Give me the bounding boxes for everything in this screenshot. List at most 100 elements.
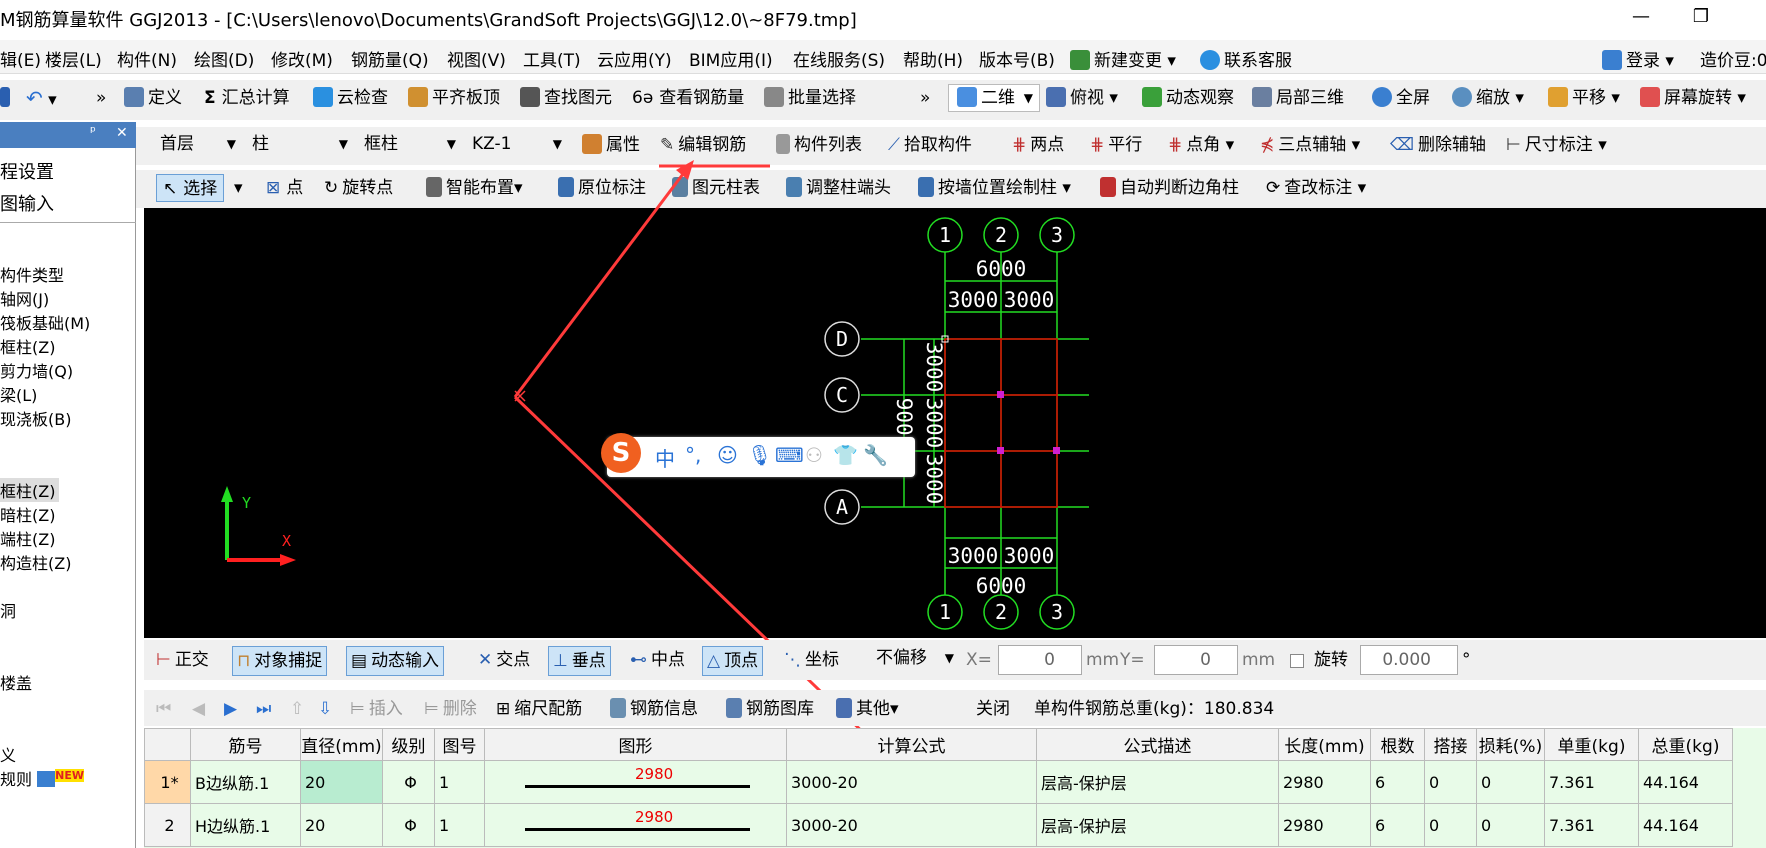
delete-button[interactable]: ⊨ 删除 (424, 695, 477, 723)
cell-grade[interactable]: Φ (382, 803, 435, 847)
cell-count[interactable]: 6 (1370, 803, 1425, 847)
mid-label: 中点 (651, 650, 685, 670)
x-input[interactable]: 0 (998, 645, 1082, 675)
row-index[interactable]: 2 (144, 803, 191, 847)
cell-shape[interactable]: 2980 (484, 803, 787, 847)
vertex-icon: △ (707, 651, 721, 671)
col-header[interactable]: 计算公式 (786, 728, 1037, 761)
cell-loss[interactable]: 0 (1476, 803, 1545, 847)
mid-toggle[interactable]: ⊷ 中点 (630, 646, 685, 676)
col-header[interactable]: 公式描述 (1036, 728, 1279, 761)
other-label: 其他 (856, 699, 890, 719)
cell-desc[interactable]: 层高-保护层 (1036, 760, 1279, 804)
close-table-button[interactable]: 关闭 (976, 695, 1010, 723)
ortho-icon: ⊢ (156, 650, 171, 670)
coord-toggle[interactable]: ⋱ 坐标 (784, 646, 839, 676)
cell-fig[interactable]: 1 (434, 803, 485, 847)
cell-length[interactable]: 2980 (1278, 760, 1371, 804)
cell-unit-weight[interactable]: 7.361 (1544, 803, 1639, 847)
cell-name[interactable]: H边纵筋.1 (190, 803, 301, 847)
rebar-info-label: 钢筋信息 (630, 699, 698, 719)
cell-formula[interactable]: 3000-20 (786, 760, 1037, 804)
app-window: M钢筋算量软件 GGJ2013 - [C:\Users\lenovo\Docum… (0, 0, 1766, 848)
col-header[interactable]: 总重(kg) (1638, 728, 1733, 761)
rebar-lib-button[interactable]: 钢筋图库 (726, 695, 814, 723)
prev-icon[interactable]: ◀ (192, 695, 205, 723)
other-button[interactable]: 其他▾ (836, 695, 899, 723)
dyn-input-label: 动态输入 (371, 651, 440, 671)
perp-toggle[interactable]: ⊥ 垂点 (548, 646, 611, 676)
scale-label: 缩尺配筋 (514, 699, 583, 719)
col-header[interactable]: 根数 (1370, 728, 1425, 761)
rebar-lib-label: 钢筋图库 (746, 699, 814, 719)
col-header[interactable]: 搭接 (1424, 728, 1477, 761)
dyn-input-toggle[interactable]: ▤ 动态输入 (346, 646, 445, 676)
last-icon[interactable]: ⏭ (256, 695, 271, 723)
cell-length[interactable]: 2980 (1278, 803, 1371, 847)
cell-fig[interactable]: 1 (434, 760, 485, 804)
col-header[interactable]: 图形 (484, 728, 787, 761)
dyn-input-icon: ▤ (351, 651, 368, 671)
col-header (144, 728, 191, 761)
status-bar: ⊢ 正交 ⊓ 对象捕捉 ▤ 动态输入 ✕ 交点 ⊥ 垂点 ⊷ 中点 △ 顶点 ⋱ 坐标 不偏移 ▼… (144, 640, 1766, 680)
row-index[interactable]: 1* (144, 760, 191, 804)
rebar-info-button[interactable]: 钢筋信息 (610, 695, 698, 723)
arrow-head (676, 160, 694, 180)
cell-name[interactable]: B边纵筋.1 (190, 760, 301, 804)
cross-icon: ✕ (478, 650, 493, 670)
cell-diameter[interactable]: 20 (300, 803, 383, 847)
cell-grade[interactable]: Φ (382, 760, 435, 804)
total-weight: 单构件钢筋总重(kg)：180.834 (1034, 699, 1275, 719)
cell-total-weight[interactable]: 44.164 (1638, 803, 1733, 847)
rotate-checkbox[interactable] (1290, 654, 1304, 668)
cell-loss[interactable]: 0 (1476, 760, 1545, 804)
coord-icon: ⋱ (784, 650, 801, 670)
table-row[interactable]: 1* B边纵筋.1 20 Φ 1 2980 3000-20 层高-保护层 298… (144, 760, 1733, 804)
ortho-toggle[interactable]: ⊢ 正交 (156, 646, 209, 676)
insert-label: 插入 (368, 699, 403, 719)
up-icon[interactable]: ⇧ (290, 695, 304, 723)
insert-button[interactable]: ⊨ 插入 (350, 695, 403, 723)
col-header[interactable]: 直径(mm) (300, 728, 383, 761)
cell-unit-weight[interactable]: 7.361 (1544, 760, 1639, 804)
cell-shape[interactable]: 2980 (484, 760, 787, 804)
scale-rebar-button[interactable]: ⊞ 缩尺配筋 (496, 695, 582, 723)
rebar-line (525, 785, 750, 788)
cell-lap[interactable]: 0 (1424, 803, 1477, 847)
offset-select[interactable]: 不偏移 ▼ (868, 645, 960, 673)
cell-desc[interactable]: 层高-保护层 (1036, 803, 1279, 847)
cell-total-weight[interactable]: 44.164 (1638, 760, 1733, 804)
rotate-input[interactable]: 0.000 (1360, 645, 1458, 675)
cell-lap[interactable]: 0 (1424, 760, 1477, 804)
intersect-label: 交点 (496, 650, 531, 670)
delete-label: 删除 (442, 699, 477, 719)
offset-value: 不偏移 (876, 648, 927, 668)
y-unit: mm (1242, 650, 1276, 670)
next-icon[interactable]: ▶ (224, 695, 237, 723)
table-header: 筋号 直径(mm) 级别 图号 图形 计算公式 公式描述 长度(mm) 根数 搭… (144, 728, 1733, 761)
magnet-icon: ⊓ (237, 651, 251, 671)
y-input[interactable]: 0 (1154, 645, 1238, 675)
col-header[interactable]: 图号 (434, 728, 485, 761)
col-header[interactable]: 损耗(%) (1476, 728, 1545, 761)
col-header[interactable]: 长度(mm) (1278, 728, 1371, 761)
table-row[interactable]: 2 H边纵筋.1 20 Φ 1 2980 3000-20 层高-保护层 2980… (144, 803, 1733, 847)
col-header[interactable]: 筋号 (190, 728, 301, 761)
first-icon[interactable]: ⏮ (156, 695, 171, 723)
vertex-label: 顶点 (724, 651, 759, 671)
vertex-toggle[interactable]: △ 顶点 (702, 646, 764, 676)
cell-formula[interactable]: 3000-20 (786, 803, 1037, 847)
rotate-label: 旋转 (1314, 650, 1348, 670)
shape-length: 2980 (635, 808, 674, 826)
down-icon[interactable]: ⇩ (318, 695, 332, 723)
intersect-toggle[interactable]: ✕ 交点 (478, 646, 530, 676)
insert-icon: ⊨ (350, 699, 365, 719)
ortho-label: 正交 (174, 650, 209, 670)
cell-diameter[interactable]: 20 (300, 760, 383, 804)
snap-toggle[interactable]: ⊓ 对象捕捉 (232, 646, 328, 676)
x-unit: mm (1086, 650, 1120, 670)
chevron-down-icon: ▼ (944, 651, 954, 665)
col-header[interactable]: 级别 (382, 728, 435, 761)
cell-count[interactable]: 6 (1370, 760, 1425, 804)
col-header[interactable]: 单重(kg) (1544, 728, 1639, 761)
